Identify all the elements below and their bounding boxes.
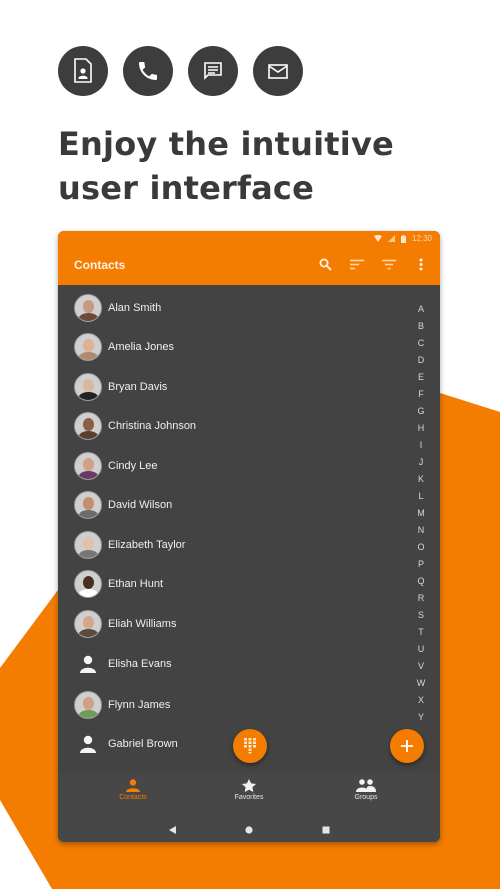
more-vert-icon[interactable] xyxy=(412,257,430,271)
default-avatar-icon xyxy=(74,650,102,678)
nav-label: Favorites xyxy=(234,794,264,801)
group-icon xyxy=(356,779,376,792)
contact-list-item[interactable]: Elisha Evans xyxy=(74,649,172,679)
wifi-icon xyxy=(373,235,382,242)
mail-icon xyxy=(253,46,303,96)
default-avatar-icon xyxy=(74,730,102,758)
avatar xyxy=(74,412,102,440)
add-contact-fab[interactable] xyxy=(390,729,424,763)
contact-list: Alan Smith Amelia Jones Bryan Davis Christi… xyxy=(58,285,440,773)
index-letter[interactable]: S xyxy=(418,607,424,624)
contact-name: Alan Smith xyxy=(108,302,162,314)
avatar xyxy=(74,373,102,401)
contact-list-item[interactable]: Amelia Jones xyxy=(74,332,174,362)
back-icon[interactable] xyxy=(167,824,179,836)
contact-card-icon xyxy=(58,46,108,96)
app-bar: 12:30 Contacts xyxy=(58,231,440,285)
contact-list-item[interactable]: Cindy Lee xyxy=(74,451,158,481)
contact-name: Flynn James xyxy=(108,699,171,711)
nav-tab-groups[interactable]: Groups xyxy=(326,779,406,801)
index-letter[interactable]: F xyxy=(418,386,424,403)
contact-list-item[interactable]: Bryan Davis xyxy=(74,372,167,402)
index-letter[interactable]: G xyxy=(417,403,424,420)
index-letter[interactable]: X xyxy=(418,692,424,709)
star-icon xyxy=(242,779,256,792)
index-letter[interactable]: P xyxy=(418,556,424,573)
contact-name: Christina Johnson xyxy=(108,420,197,432)
contact-list-item[interactable]: Elizabeth Taylor xyxy=(74,530,185,560)
status-bar: 12:30 xyxy=(373,234,432,243)
contact-name: Gabriel Brown xyxy=(108,738,178,750)
index-letter[interactable]: R xyxy=(418,590,425,607)
index-letter[interactable]: U xyxy=(418,641,425,658)
signal-icon xyxy=(387,235,395,242)
status-time: 12:30 xyxy=(411,234,432,243)
message-icon xyxy=(188,46,238,96)
dialpad-icon xyxy=(244,738,256,754)
index-letter[interactable]: Q xyxy=(417,573,424,590)
dialpad-fab[interactable] xyxy=(233,729,267,763)
avatar xyxy=(74,294,102,322)
index-letter[interactable]: E xyxy=(418,369,424,386)
contact-list-item[interactable]: Flynn James xyxy=(74,690,170,720)
feature-icons-row xyxy=(58,46,303,96)
nav-label: Contacts xyxy=(119,794,147,801)
index-letter[interactable]: N xyxy=(418,522,425,539)
index-letter[interactable]: O xyxy=(417,539,424,556)
device-screenshot: 12:30 Contacts Alan Smith Amelia Jones Bry… xyxy=(58,231,440,842)
index-letter[interactable]: J xyxy=(419,454,424,471)
avatar xyxy=(74,691,102,719)
phone-icon xyxy=(123,46,173,96)
avatar xyxy=(74,531,102,559)
contact-name: Eliah Williams xyxy=(108,618,177,630)
contact-name: Elisha Evans xyxy=(108,658,172,670)
add-icon xyxy=(401,740,413,752)
nav-label: Groups xyxy=(354,794,378,801)
avatar xyxy=(74,333,102,361)
avatar xyxy=(74,491,102,519)
bottom-navigation: Contacts Favorites Groups xyxy=(58,773,440,817)
search-icon[interactable] xyxy=(316,257,334,271)
contact-list-item[interactable]: Ethan Hunt xyxy=(74,569,163,599)
avatar xyxy=(74,452,102,480)
index-letter[interactable]: M xyxy=(417,505,425,522)
contact-list-item[interactable]: Eliah Williams xyxy=(74,609,176,639)
index-letter[interactable]: V xyxy=(418,658,424,675)
index-letter[interactable]: H xyxy=(418,420,425,437)
index-letter[interactable]: C xyxy=(418,335,425,352)
avatar xyxy=(74,570,102,598)
nav-tab-favorites[interactable]: Favorites xyxy=(209,779,289,801)
contact-name: Cindy Lee xyxy=(108,460,158,472)
index-letter[interactable]: T xyxy=(418,624,424,641)
index-letter[interactable]: K xyxy=(418,471,424,488)
index-letter[interactable]: I xyxy=(420,437,423,454)
contact-name: Amelia Jones xyxy=(108,341,175,353)
contact-list-item[interactable]: Gabriel Brown xyxy=(74,729,178,759)
system-navigation-bar xyxy=(58,817,440,842)
index-letter[interactable]: A xyxy=(418,301,424,318)
contact-list-item[interactable]: David Wilson xyxy=(74,490,172,520)
contact-name: Elizabeth Taylor xyxy=(108,539,186,551)
recents-icon[interactable] xyxy=(320,824,332,836)
index-letter[interactable]: Y xyxy=(418,709,424,726)
index-letter[interactable]: W xyxy=(417,675,426,692)
alphabet-index[interactable]: ABCDEFGHIJKLMNOPQRSTUVWXY xyxy=(416,301,426,726)
index-letter[interactable]: B xyxy=(418,318,424,335)
sort-icon[interactable] xyxy=(348,257,366,271)
avatar xyxy=(74,610,102,638)
home-icon[interactable] xyxy=(243,824,255,836)
contact-list-item[interactable]: Christina Johnson xyxy=(74,411,196,441)
nav-tab-contacts[interactable]: Contacts xyxy=(93,779,173,801)
contact-name: David Wilson xyxy=(108,499,173,511)
contact-list-item[interactable]: Alan Smith xyxy=(74,293,161,323)
person-icon xyxy=(126,779,140,792)
index-letter[interactable]: L xyxy=(418,488,423,505)
index-letter[interactable]: D xyxy=(418,352,425,369)
headline: Enjoy the intuitive user interface xyxy=(58,125,394,207)
contact-name: Bryan Davis xyxy=(108,381,168,393)
contact-name: Ethan Hunt xyxy=(108,578,164,590)
filter-icon[interactable] xyxy=(380,257,398,271)
battery-icon xyxy=(400,234,406,243)
app-title: Contacts xyxy=(74,258,126,272)
